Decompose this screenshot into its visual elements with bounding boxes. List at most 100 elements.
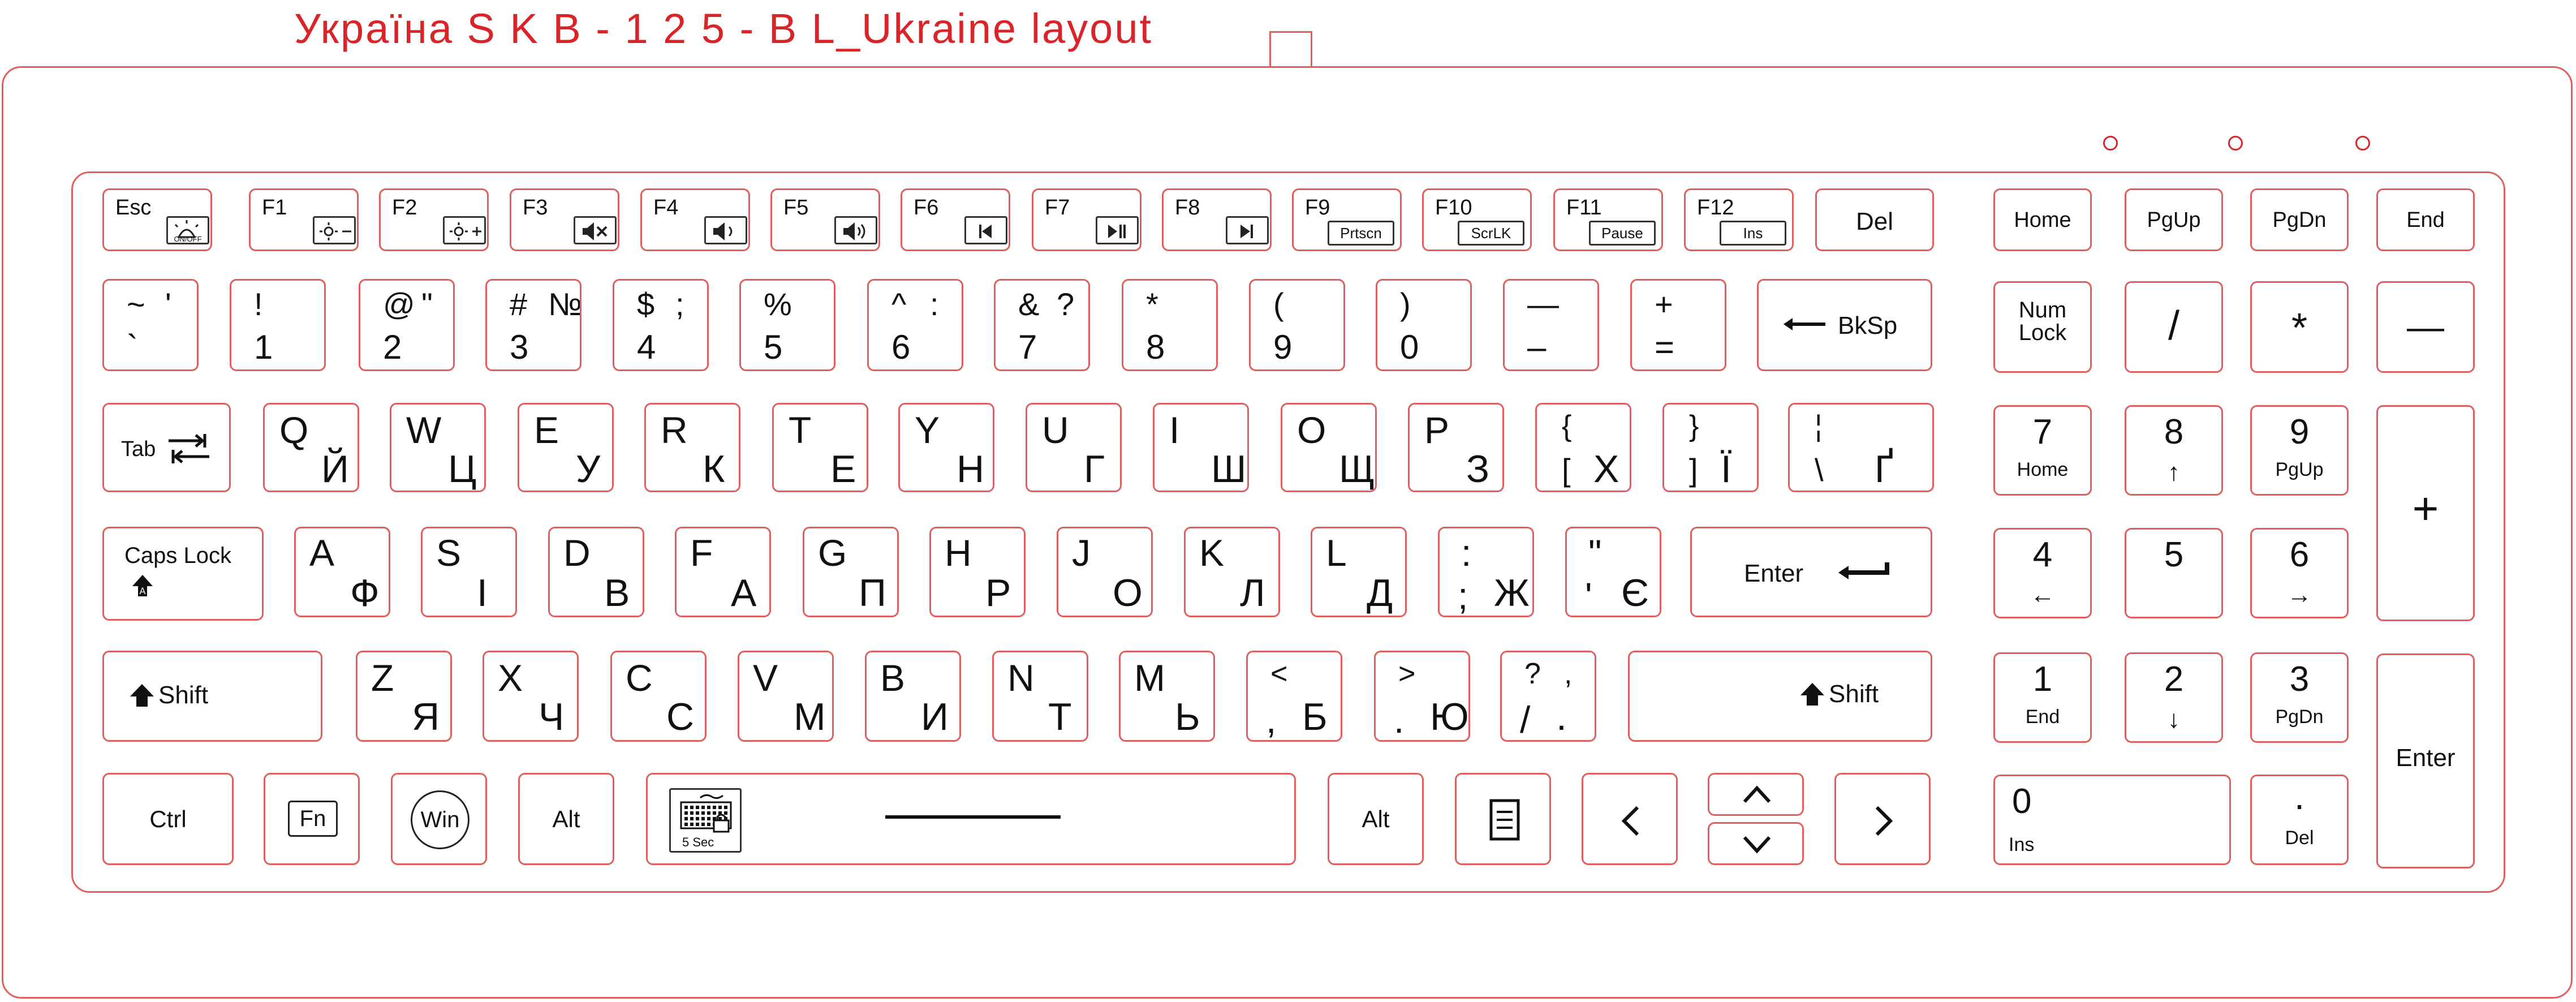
number-key-8[interactable]: &? 7: [994, 279, 1090, 371]
fn-key[interactable]: Fn: [264, 773, 360, 865]
letter-key-2-row3[interactable]: SІ: [421, 527, 517, 617]
nav-key-home[interactable]: Home: [1993, 188, 2092, 251]
letter-key-2-row4[interactable]: XЧ: [483, 651, 579, 742]
function-key-f5[interactable]: F5: [770, 188, 880, 251]
letter-key-3-row3[interactable]: DВ: [548, 527, 644, 617]
letter-key-6-row2[interactable]: YН: [898, 403, 994, 492]
numpad-multiply-key[interactable]: *: [2250, 281, 2349, 373]
letter-key-4-row4[interactable]: VМ: [738, 651, 834, 742]
number-key-10[interactable]: (9: [1249, 279, 1345, 371]
numpad-7-key[interactable]: 7 Home: [1993, 405, 2092, 496]
function-key-f9[interactable]: F9 Prtscn: [1292, 188, 1402, 251]
letter-key-8-row2[interactable]: IШ: [1153, 403, 1249, 492]
letter-key-1-row3[interactable]: AФ: [294, 527, 390, 617]
letter-key-5-row4[interactable]: BИ: [865, 651, 961, 742]
letter-key-9-row4[interactable]: >. Ю: [1374, 651, 1470, 742]
function-key-f3[interactable]: F3: [510, 188, 619, 251]
numpad-enter-key[interactable]: Enter: [2376, 653, 2475, 868]
number-key-3[interactable]: @ " 2: [359, 279, 455, 371]
enter-key[interactable]: Enter: [1690, 527, 1932, 617]
letter-key-7-row3[interactable]: JО: [1057, 527, 1153, 617]
numpad-6-key[interactable]: 6 →: [2250, 528, 2349, 618]
letter-key-10-row2[interactable]: PЗ: [1408, 403, 1504, 492]
letter-key-8-row3[interactable]: KЛ: [1184, 527, 1280, 617]
letter-key-3-row2[interactable]: EУ: [518, 403, 614, 492]
number-key-2[interactable]: ! 1: [230, 279, 326, 371]
numpad-8-key[interactable]: 8 ↑: [2125, 405, 2223, 496]
numpad-2-key[interactable]: 2 ↓: [2125, 652, 2223, 743]
function-key-f10[interactable]: F10 ScrLK: [1422, 188, 1532, 251]
letter-key-5-row2[interactable]: TЕ: [772, 403, 868, 492]
letter-key-13-row2[interactable]: ¦ \ Ґ: [1788, 403, 1934, 492]
del-key[interactable]: Del: [1815, 188, 1934, 251]
number-key-11[interactable]: ) 0: [1376, 279, 1472, 371]
function-key-f6[interactable]: F6: [901, 188, 1010, 251]
num-lock-key[interactable]: Num Lock: [1993, 281, 2092, 373]
numpad-decimal-key[interactable]: . Del: [2250, 775, 2349, 865]
letter-key-9-row2[interactable]: OЩ: [1281, 403, 1377, 492]
right-alt-key[interactable]: Alt: [1328, 773, 1424, 865]
numpad-plus-key[interactable]: +: [2376, 405, 2475, 621]
caps-lock-key[interactable]: Caps Lock A: [102, 527, 264, 621]
key-shift-legend: ^: [891, 286, 907, 322]
function-key-f12[interactable]: F12 Ins: [1684, 188, 1794, 251]
space-key[interactable]: 5 Sec: [646, 773, 1296, 865]
letter-key-10-row4[interactable]: ?, /.: [1500, 651, 1596, 742]
arrow-right-key[interactable]: [1834, 773, 1931, 865]
numpad-0-key[interactable]: 0 Ins: [1993, 775, 2231, 865]
number-key-1[interactable]: ~ ' `: [102, 279, 199, 371]
menu-key[interactable]: [1455, 773, 1551, 865]
numpad-minus-key[interactable]: —: [2376, 281, 2475, 373]
numpad-5-key[interactable]: 5: [2125, 528, 2223, 618]
letter-key-2-row2[interactable]: WЦ: [390, 403, 486, 492]
number-key-5[interactable]: $; 4: [613, 279, 709, 371]
numpad-4-key[interactable]: 4 ←: [1993, 528, 2092, 618]
letter-key-7-row4[interactable]: MЬ: [1119, 651, 1215, 742]
number-key-13[interactable]: + =: [1630, 279, 1726, 371]
numpad-9-key[interactable]: 9 PgUp: [2250, 405, 2349, 496]
numpad-3-key[interactable]: 3 PgDn: [2250, 652, 2349, 743]
number-key-7[interactable]: ^:6: [867, 279, 963, 371]
letter-key-7-row2[interactable]: UГ: [1026, 403, 1122, 492]
letter-key-1-row2[interactable]: QЙ: [263, 403, 359, 492]
function-key-f4[interactable]: F4: [640, 188, 750, 251]
letter-key-3-row4[interactable]: CС: [610, 651, 707, 742]
nav-key-end[interactable]: End: [2376, 188, 2475, 251]
letter-key-11-row2[interactable]: {[Х: [1535, 403, 1631, 492]
letter-key-11-row3[interactable]: " ' Є: [1565, 527, 1661, 617]
letter-key-9-row3[interactable]: LД: [1311, 527, 1407, 617]
number-key-12[interactable]: — –: [1503, 279, 1599, 371]
letter-key-6-row4[interactable]: NТ: [992, 651, 1088, 742]
left-alt-key[interactable]: Alt: [518, 773, 614, 865]
letter-key-8-row4[interactable]: <, Б: [1246, 651, 1342, 742]
function-key-f11[interactable]: F11 Pause: [1553, 188, 1663, 251]
backspace-key[interactable]: BkSp: [1757, 279, 1932, 371]
letter-key-12-row2[interactable]: }] Ї: [1662, 403, 1759, 492]
arrow-down-key[interactable]: [1708, 822, 1804, 865]
arrow-up-key[interactable]: [1708, 773, 1804, 816]
numpad-1-key[interactable]: 1 End: [1993, 652, 2092, 743]
number-key-6[interactable]: % 5: [739, 279, 835, 371]
tab-key[interactable]: Tab: [102, 403, 231, 492]
letter-key-4-row3[interactable]: FА: [675, 527, 771, 617]
letter-key-6-row3[interactable]: HР: [929, 527, 1026, 617]
function-key-f7[interactable]: F7: [1032, 188, 1141, 251]
number-key-4[interactable]: # № 3: [485, 279, 581, 371]
letter-key-1-row4[interactable]: ZЯ: [356, 651, 452, 742]
function-key-f2[interactable]: F2: [379, 188, 489, 251]
number-key-9[interactable]: * 8: [1122, 279, 1218, 371]
arrow-left-key[interactable]: [1582, 773, 1678, 865]
numpad-slash-key[interactable]: /: [2125, 281, 2223, 373]
function-key-f1[interactable]: F1: [249, 188, 359, 251]
function-key-esc[interactable]: Esc ON/OFF: [102, 188, 212, 251]
nav-key-pgup[interactable]: PgUp: [2125, 188, 2223, 251]
letter-key-4-row2[interactable]: RК: [644, 403, 740, 492]
nav-key-pgdn[interactable]: PgDn: [2250, 188, 2349, 251]
letter-key-5-row3[interactable]: GП: [803, 527, 899, 617]
function-key-f8[interactable]: F8: [1162, 188, 1272, 251]
letter-key-10-row3[interactable]: :; Ж: [1438, 527, 1534, 617]
ctrl-key[interactable]: Ctrl: [102, 773, 234, 865]
right-shift-key[interactable]: Shift: [1628, 651, 1932, 742]
left-shift-key[interactable]: Shift: [102, 651, 322, 742]
windows-key[interactable]: Win: [391, 773, 487, 865]
